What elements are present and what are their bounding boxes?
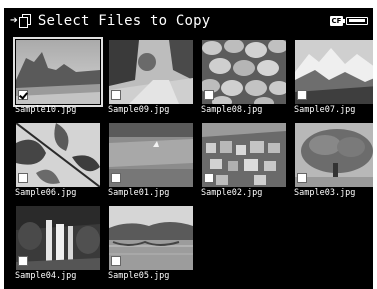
file-tile[interactable]: Sample03.jpg xyxy=(293,122,373,198)
thumbnail-image xyxy=(16,206,100,270)
thumbnail-image xyxy=(16,123,100,187)
arrow-right-icon: ➔ xyxy=(10,13,18,28)
copy-icon xyxy=(18,14,32,28)
checkbox[interactable] xyxy=(204,173,214,183)
file-name: Sample08.jpg xyxy=(201,105,263,115)
file-tile[interactable]: Sample08.jpg xyxy=(200,39,289,115)
file-name: Sample10.jpg xyxy=(15,105,77,115)
file-name: Sample05.jpg xyxy=(108,271,170,281)
device-screen: ➔ Select Files to Copy CF Sample10.jpg S… xyxy=(4,8,373,289)
thumbnail-image xyxy=(202,123,286,187)
file-name: Sample02.jpg xyxy=(201,188,263,198)
file-tile[interactable]: Sample05.jpg xyxy=(107,205,196,281)
file-tile[interactable]: Sample07.jpg xyxy=(293,39,373,115)
file-tile[interactable]: Sample02.jpg xyxy=(200,122,289,198)
file-tile[interactable]: Sample10.jpg xyxy=(13,37,103,115)
thumbnail-grid: Sample10.jpg Sample09.jpg Sample08.jpg S… xyxy=(4,37,373,281)
file-name: Sample01.jpg xyxy=(108,188,170,198)
file-name: Sample03.jpg xyxy=(294,188,356,198)
thumbnail-image xyxy=(202,40,286,104)
file-name: Sample09.jpg xyxy=(108,105,170,115)
checkbox-checked[interactable] xyxy=(18,90,28,100)
file-tile[interactable]: Sample04.jpg xyxy=(14,205,103,281)
thumbnail-image xyxy=(13,37,103,107)
cf-card-icon: CF xyxy=(330,16,343,26)
checkbox[interactable] xyxy=(111,256,121,266)
checkbox[interactable] xyxy=(111,173,121,183)
checkbox[interactable] xyxy=(297,90,307,100)
page-title: Select Files to Copy xyxy=(37,13,211,29)
thumbnail-image xyxy=(109,123,193,187)
file-name: Sample07.jpg xyxy=(294,105,356,115)
checkbox[interactable] xyxy=(297,173,307,183)
file-tile[interactable]: Sample06.jpg xyxy=(14,122,103,198)
checkbox[interactable] xyxy=(111,90,121,100)
file-name: Sample06.jpg xyxy=(15,188,77,198)
file-tile[interactable]: Sample09.jpg xyxy=(107,39,196,115)
battery-icon xyxy=(343,17,368,25)
checkbox[interactable] xyxy=(204,90,214,100)
checkbox[interactable] xyxy=(18,173,28,183)
header-bar: ➔ Select Files to Copy CF xyxy=(4,8,373,34)
file-tile[interactable]: Sample01.jpg xyxy=(107,122,196,198)
title-group: ➔ Select Files to Copy xyxy=(10,12,210,30)
thumbnail-image xyxy=(109,40,193,104)
thumbnail-image xyxy=(109,206,193,270)
checkbox[interactable] xyxy=(18,256,28,266)
file-name: Sample04.jpg xyxy=(15,271,77,281)
